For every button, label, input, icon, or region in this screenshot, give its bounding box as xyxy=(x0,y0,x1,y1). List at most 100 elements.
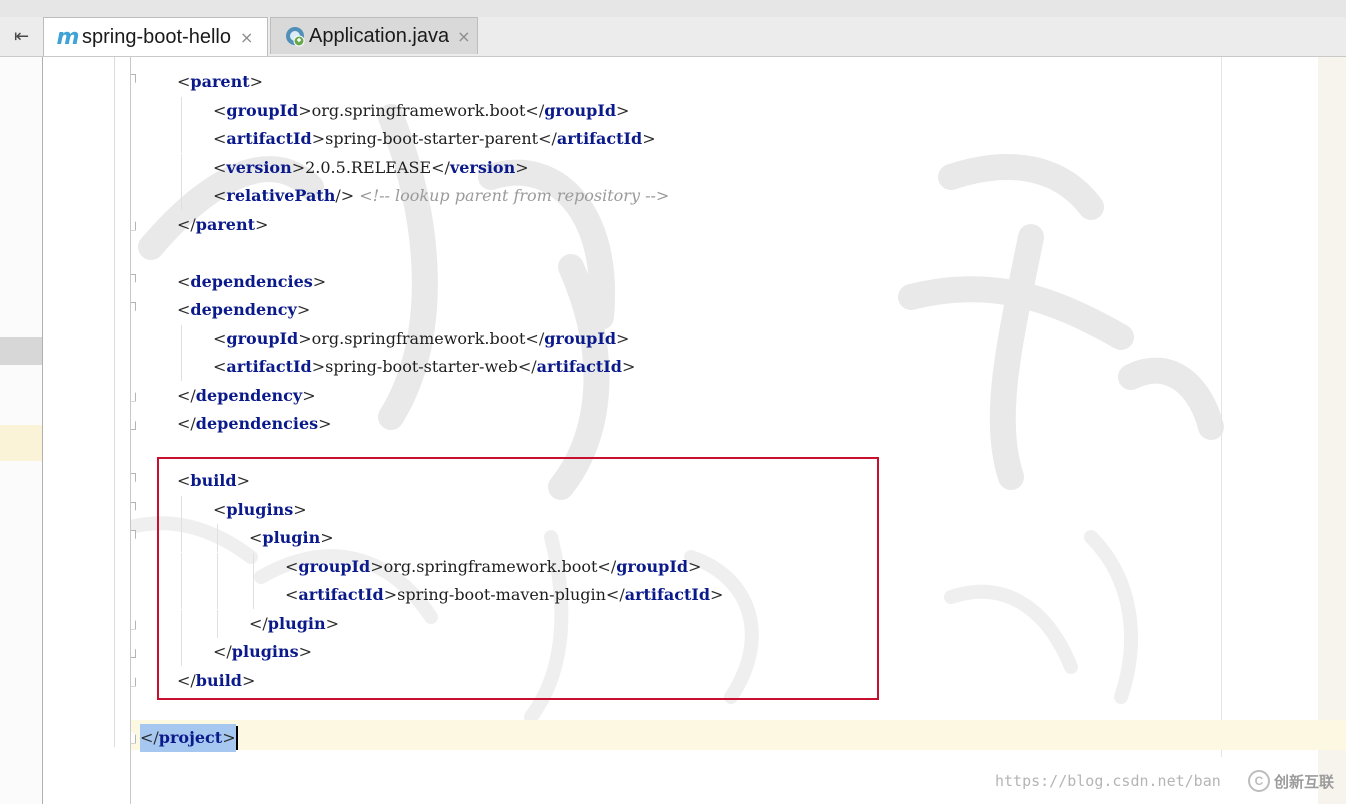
fold-open-icon[interactable] xyxy=(131,530,136,544)
editor-tab-bar: ⇤ m spring-boot-hello × Application.java… xyxy=(0,0,1346,57)
xml-tag-name: artifactId xyxy=(226,129,312,148)
xml-tag-name: version xyxy=(449,157,516,177)
xml-bracket: > xyxy=(616,328,630,348)
fold-close-icon[interactable] xyxy=(131,644,136,658)
xml-tag-name: groupId xyxy=(226,100,299,120)
fold-open-icon[interactable] xyxy=(131,501,136,516)
indent-guide xyxy=(181,353,182,381)
xml-bracket: < xyxy=(177,72,191,91)
fold-open-icon[interactable] xyxy=(131,473,136,487)
fold-open-icon[interactable] xyxy=(131,273,136,288)
xml-text: spring-boot-starter-parent xyxy=(325,129,539,148)
xml-tag-name: relativePath xyxy=(226,186,336,205)
code-text: <groupId>org.springframework.boot</group… xyxy=(213,325,629,353)
code-line[interactable]: 16<relativePath/> <!-- lookup parent fro… xyxy=(131,182,1346,210)
text-caret xyxy=(236,725,238,750)
fold-close-icon[interactable] xyxy=(131,216,136,231)
xml-text: org.springframework.boot xyxy=(311,328,526,348)
xml-tag-name: version xyxy=(226,157,292,177)
code-text: </parent> xyxy=(177,211,268,239)
code-text: <relativePath/> <!-- lookup parent from … xyxy=(213,182,669,210)
code-line[interactable]: 19<dependencies> xyxy=(131,268,1346,296)
xml-bracket: > xyxy=(515,157,529,177)
xml-bracket: < xyxy=(213,129,227,148)
xml-bracket: < xyxy=(177,300,191,319)
code-text: <groupId>org.springframework.boot</group… xyxy=(213,97,629,125)
code-line[interactable]: 20<dependency> xyxy=(131,296,1346,324)
xml-tag-name: groupId xyxy=(226,328,299,348)
xml-bracket: </ xyxy=(140,727,159,747)
indent-guide xyxy=(181,153,182,182)
tab-spring-boot-hello[interactable]: m spring-boot-hello × xyxy=(43,17,268,56)
xml-bracket: > xyxy=(311,357,326,376)
code-line[interactable]: 17</parent> xyxy=(131,211,1346,239)
xml-tag-name: groupId xyxy=(544,100,616,120)
code-line[interactable]: 23</dependency> xyxy=(131,382,1346,410)
code-line[interactable]: 13<groupId>org.springframework.boot</gro… xyxy=(131,96,1346,125)
site-logo: C 创新互联 xyxy=(1248,770,1334,792)
spring-class-icon xyxy=(281,25,309,47)
code-line[interactable]: 15<version>2.0.5.RELEASE</version> xyxy=(131,153,1346,182)
fold-close-icon[interactable] xyxy=(131,615,136,630)
code-line[interactable]: 14<artifactId>spring-boot-starter-parent… xyxy=(131,125,1346,153)
xml-bracket: < xyxy=(177,271,191,291)
xml-bracket: > xyxy=(311,129,326,148)
code-line[interactable]: 21<groupId>org.springframework.boot</gro… xyxy=(131,324,1346,353)
code-line[interactable]: 35</project> xyxy=(131,723,1346,752)
fold-close-icon[interactable] xyxy=(131,672,136,687)
xml-tag-name: parent xyxy=(195,214,255,234)
xml-bracket: </ xyxy=(517,357,537,376)
xml-bracket: </ xyxy=(177,414,196,433)
indent-guide xyxy=(181,96,182,125)
xml-bracket: < xyxy=(213,186,227,205)
xml-bracket: </ xyxy=(525,328,545,348)
fold-close-icon[interactable] xyxy=(131,416,136,430)
tab-label: spring-boot-hello xyxy=(82,25,231,48)
fold-open-icon[interactable] xyxy=(131,74,136,88)
code-text: <version>2.0.5.RELEASE</version> xyxy=(213,154,529,182)
tab-application-java[interactable]: Application.java × xyxy=(270,17,478,54)
xml-bracket: > xyxy=(302,385,316,405)
code-line[interactable]: 12<parent> xyxy=(131,68,1346,96)
code-text: </project> xyxy=(140,723,236,752)
xml-tag-name: artifactId xyxy=(226,357,312,376)
xml-bracket: > xyxy=(296,300,311,319)
xml-bracket: > xyxy=(249,72,263,91)
highlighted-tree-row[interactable] xyxy=(0,425,42,461)
xml-bracket: </ xyxy=(177,214,196,234)
selected-tree-row[interactable] xyxy=(0,337,42,365)
code-line[interactable]: 22<artifactId>spring-boot-starter-web</a… xyxy=(131,353,1346,381)
xml-tag-name: parent xyxy=(190,72,250,91)
fold-open-icon[interactable] xyxy=(131,302,136,316)
code-line[interactable]: 24</dependencies> xyxy=(131,410,1346,438)
xml-bracket: > xyxy=(254,214,269,234)
xml-bracket: > xyxy=(298,100,312,120)
xml-bracket: < xyxy=(213,100,227,120)
xml-tag-name: dependencies xyxy=(190,271,313,291)
maven-m-icon: m xyxy=(56,24,80,50)
xml-bracket: > xyxy=(642,129,656,148)
xml-bracket: </ xyxy=(431,157,450,177)
close-icon[interactable]: × xyxy=(240,28,253,47)
indent-guide xyxy=(181,324,182,353)
xml-bracket: > xyxy=(291,157,306,177)
xml-tag-name: groupId xyxy=(544,328,616,348)
code-text: <dependency> xyxy=(177,296,310,324)
fold-close-icon[interactable] xyxy=(131,387,136,402)
indent-guide xyxy=(181,125,182,153)
watermark-url: https://blog.csdn.net/ban xyxy=(995,772,1221,790)
code-text: <parent> xyxy=(177,68,263,96)
logo-text: 创新互联 xyxy=(1274,773,1335,791)
code-line[interactable]: 18 xyxy=(131,239,1346,267)
close-icon[interactable]: × xyxy=(457,27,470,46)
project-panel-edge xyxy=(0,57,43,804)
xml-tag-name: project xyxy=(158,727,223,747)
xml-comment: <!-- lookup parent from repository --> xyxy=(359,186,670,205)
xml-tag-name: dependency xyxy=(190,300,297,319)
collapse-panel-button[interactable]: ⇤ xyxy=(0,17,43,56)
fold-close-icon[interactable] xyxy=(131,729,136,744)
title-strip xyxy=(0,0,1346,17)
xml-text: 2.0.5.RELEASE xyxy=(305,157,432,177)
xml-bracket: < xyxy=(213,357,227,376)
code-text: <artifactId>spring-boot-starter-web</art… xyxy=(213,353,635,381)
